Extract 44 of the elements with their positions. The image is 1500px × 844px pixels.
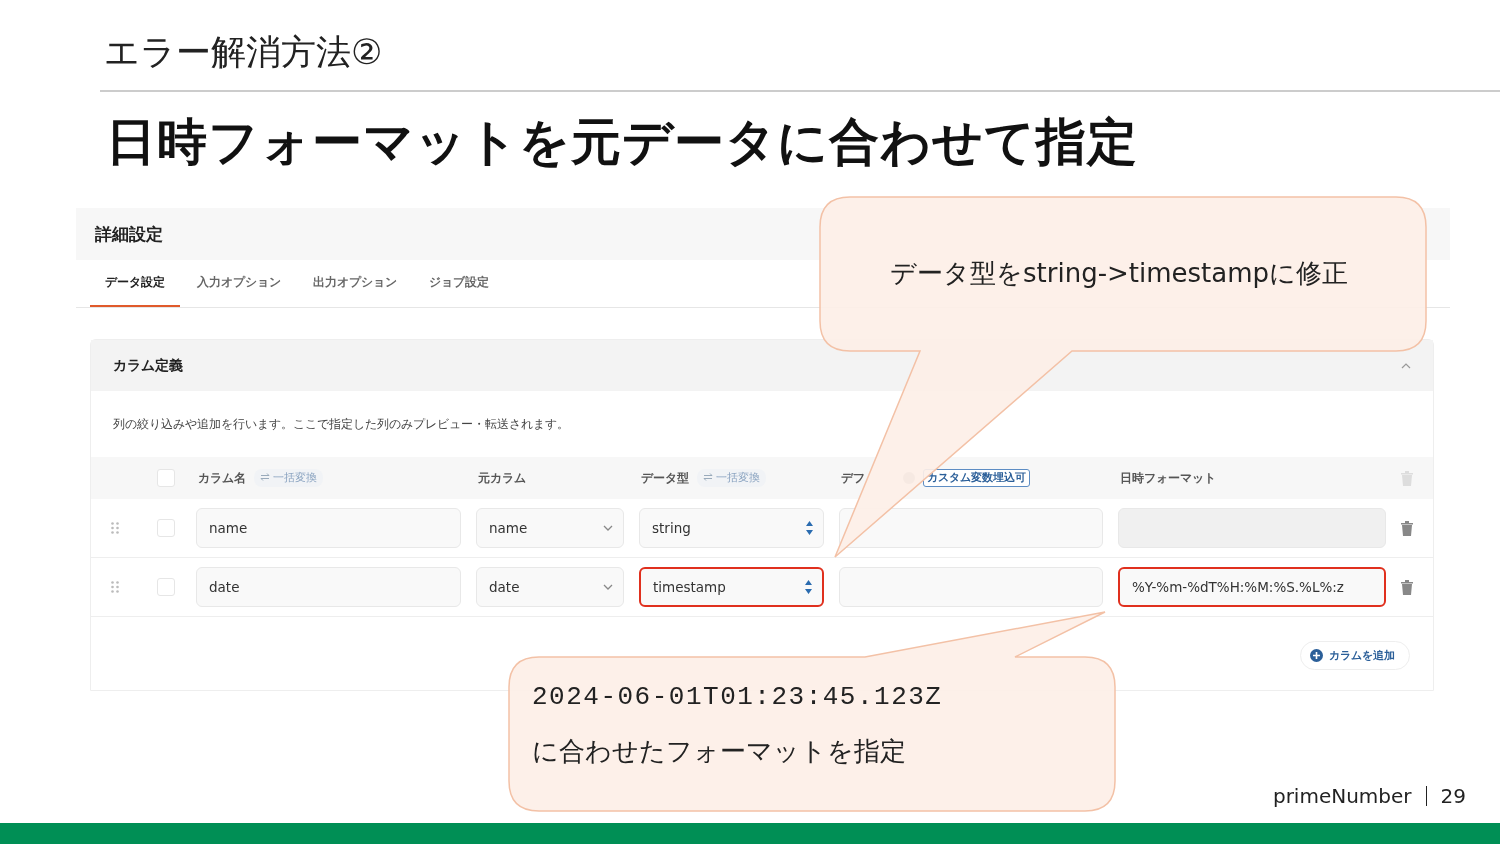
callout-text: 2024-06-01T01:23:45.123Z xyxy=(532,682,943,712)
checkbox[interactable] xyxy=(157,578,175,596)
trash-icon[interactable] xyxy=(1401,579,1413,595)
swap-icon xyxy=(703,473,713,481)
checkbox[interactable] xyxy=(157,469,175,487)
chevron-up-icon[interactable] xyxy=(1401,362,1411,369)
card-description: 列の絞り込みや追加を行います。ここで指定した列のみプレビュー・転送されます。 xyxy=(112,416,570,433)
column-header: デフ xyxy=(841,469,865,487)
section-title: エラー解消方法② xyxy=(104,31,384,74)
data-type-select[interactable]: string xyxy=(639,508,824,548)
panel-title: 詳細設定 xyxy=(95,222,163,246)
drag-handle-icon[interactable] xyxy=(111,522,119,534)
tab[interactable]: 出力オプション xyxy=(298,260,412,307)
default-value-field[interactable] xyxy=(839,508,1103,548)
tab[interactable]: 入力オプション xyxy=(182,260,296,307)
sort-arrows-icon xyxy=(805,580,812,594)
chevron-down-icon xyxy=(603,584,613,590)
card-title: カラム定義 xyxy=(113,356,183,375)
trash-icon[interactable] xyxy=(1401,520,1413,536)
brand-name: primeNumber xyxy=(1272,784,1412,808)
data-type-select[interactable]: timestamp xyxy=(639,567,824,607)
plus-icon xyxy=(1310,649,1323,662)
sort-arrows-icon xyxy=(806,521,813,535)
column-header: 日時フォーマット xyxy=(1120,469,1216,487)
badge: カスタム変数埋込可 xyxy=(923,469,1030,487)
page-number: 29 xyxy=(1440,784,1466,808)
slide-heading: 日時フォーマットを元データに合わせて指定 xyxy=(106,112,1139,173)
source-column-select[interactable]: name xyxy=(476,508,624,548)
callout-text: データ型をstring->timestampに修正 xyxy=(890,257,1349,290)
tab[interactable]: データ設定 xyxy=(90,260,180,307)
chevron-down-icon xyxy=(603,525,613,531)
drag-handle-icon[interactable] xyxy=(111,581,119,593)
column-name-field[interactable]: name xyxy=(196,508,461,548)
datetime-format-field[interactable]: %Y-%m-%dT%H:%M:%S.%L%:z xyxy=(1118,567,1386,607)
tab[interactable]: ジョブ設定 xyxy=(414,260,504,307)
add-column-button[interactable]: カラムを追加 xyxy=(1300,641,1410,670)
checkbox[interactable] xyxy=(157,519,175,537)
column-header: 元カラム xyxy=(478,469,526,487)
swap-icon xyxy=(260,473,270,481)
column-name-field[interactable]: date xyxy=(196,567,461,607)
column-header: データ型 xyxy=(641,469,689,487)
source-column-select[interactable]: date xyxy=(476,567,624,607)
column-header: カラム名 xyxy=(198,469,246,487)
callout-text: に合わせたフォーマットを指定 xyxy=(532,735,906,768)
